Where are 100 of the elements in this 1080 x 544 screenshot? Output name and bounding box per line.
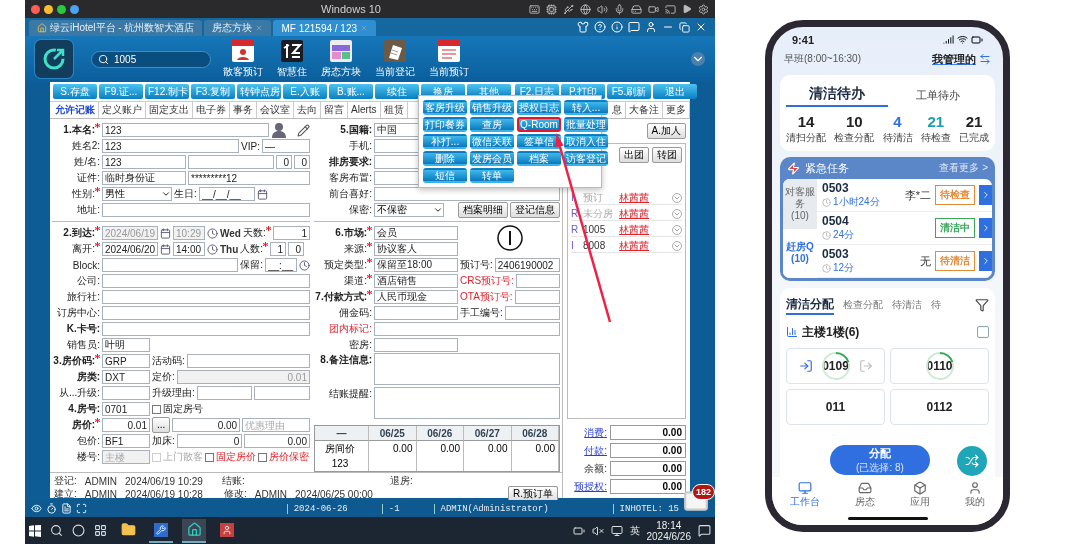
text-field[interactable] [515,274,560,288]
tab[interactable]: 会议室 [257,102,294,118]
wrench-icon[interactable] [154,522,168,537]
text-field[interactable]: 人民币现金 [374,290,458,304]
text-field[interactable]: 协议客人 [374,242,458,256]
checkbox[interactable] [258,452,267,462]
app-shortcut[interactable]: 当前预订 [429,39,469,79]
text-field[interactable]: 0 [276,155,292,169]
text-field[interactable]: 2406190002 [494,258,560,272]
form-button[interactable]: ... [152,417,171,433]
calendar-icon[interactable] [160,227,171,239]
text-field[interactable]: 叶明 [102,338,150,352]
tab[interactable]: Alerts [348,102,381,118]
clock-icon[interactable] [207,227,218,239]
input-method[interactable]: 英 [629,523,640,538]
total-link[interactable]: 付款: [567,443,607,458]
text-field[interactable] [102,306,310,320]
minimize-dot[interactable] [44,4,53,14]
house-icon[interactable] [186,522,202,537]
task-view-icon[interactable] [94,524,107,537]
network-icon[interactable] [610,524,623,537]
info-icon[interactable] [611,21,623,33]
app-tab[interactable]: 房态方块 [204,20,272,36]
text-field[interactable] [102,274,310,288]
checkbox[interactable] [205,452,214,462]
mute-icon[interactable] [591,524,604,537]
text-field[interactable] [514,290,560,304]
text-field[interactable]: 0.01 [102,418,150,432]
text-field[interactable] [188,155,274,169]
tab[interactable]: 待清洁 [892,298,922,312]
search-field[interactable]: 1005 [91,50,211,68]
dropdown[interactable]: 男性 [102,187,172,201]
app-shortcut[interactable]: 房态方块 [321,39,361,79]
eye-icon[interactable] [31,503,42,514]
text-field[interactable]: BF1 [102,434,150,448]
play-icon[interactable] [682,3,692,14]
app-shortcut[interactable]: 散客预订 [223,39,263,79]
menu-button[interactable]: 转入... [564,100,608,115]
camera-icon[interactable] [648,3,659,15]
form-button[interactable]: 转团 [652,147,682,163]
restore-icon[interactable] [679,21,690,33]
text-field[interactable] [374,322,560,336]
text-field[interactable] [102,290,310,304]
tab[interactable]: 大备注 [626,102,663,118]
tab[interactable]: 电子券 [193,102,230,118]
battery-icon[interactable] [572,524,585,537]
text-field[interactable] [102,203,310,217]
text-field[interactable]: — [262,139,310,153]
text-field[interactable]: 保留至18:00 [374,258,458,272]
chip-icon[interactable] [546,3,557,15]
text-field[interactable]: 0 [176,434,243,448]
keyboard-icon[interactable] [529,3,540,15]
text-field[interactable]: 优惠理由 [242,418,310,432]
calendar-icon[interactable] [160,243,171,255]
app-tab[interactable]: 绿云iHotel平台 - 杭州数智大酒店 [29,20,203,36]
total-link[interactable]: 预授权: [567,479,607,494]
text-field[interactable]: 0 [294,155,310,169]
text-field[interactable] [196,386,253,400]
form-button[interactable]: A.加人 [646,123,686,139]
form-button[interactable]: 出团 [619,147,649,163]
text-field[interactable]: 14:00 [173,242,205,256]
text-field[interactable] [102,386,150,400]
text-field[interactable] [102,322,310,336]
category-tab[interactable]: 赶房Q (10) [783,228,817,278]
text-field[interactable] [374,338,458,352]
nav-item[interactable]: 房态 [854,481,875,509]
clock-icon[interactable] [299,259,310,271]
screen-share-icon[interactable] [665,3,676,15]
tab[interactable]: 检查分配 [843,298,883,312]
total-link[interactable]: 消费: [567,425,607,440]
chat-icon[interactable] [628,21,640,33]
assign-button[interactable]: 分配 (已选择: 8) [830,445,930,475]
notification-icon[interactable] [698,524,711,537]
user-icon[interactable] [645,21,657,33]
clock-icon[interactable] [207,243,218,255]
settings-icon[interactable] [698,3,709,15]
tab[interactable]: 清洁分配 [786,295,834,315]
switch-icon[interactable] [979,53,991,65]
speaker-icon[interactable] [597,3,608,15]
dropdown[interactable]: 不保密 [374,203,444,217]
text-field[interactable] [254,386,310,400]
timer-icon[interactable] [46,503,57,514]
tab[interactable]: 允许记账 [52,102,99,118]
text-field[interactable]: __/__/__ [198,187,255,201]
text-field[interactable]: 2024/06/20 [102,242,158,256]
text-field[interactable]: 1 [270,242,287,256]
person-icon[interactable] [220,522,234,537]
usb-icon[interactable] [563,3,574,15]
text-field[interactable]: 0701 [102,402,150,416]
nav-item[interactable]: 工作台 [789,481,820,509]
tab[interactable]: 事务 [230,102,257,118]
tab[interactable]: 去向 [294,102,321,118]
nav-item[interactable]: 应用 [910,481,931,509]
menu-button[interactable]: 档案 [517,151,561,166]
tab[interactable]: 清洁待办 [786,85,888,107]
filter-icon[interactable] [975,298,989,312]
search-icon[interactable] [50,524,63,537]
windows-logo-icon[interactable] [29,524,41,537]
window-dot[interactable] [70,4,79,14]
tab[interactable]: 定义账户 [99,102,146,118]
